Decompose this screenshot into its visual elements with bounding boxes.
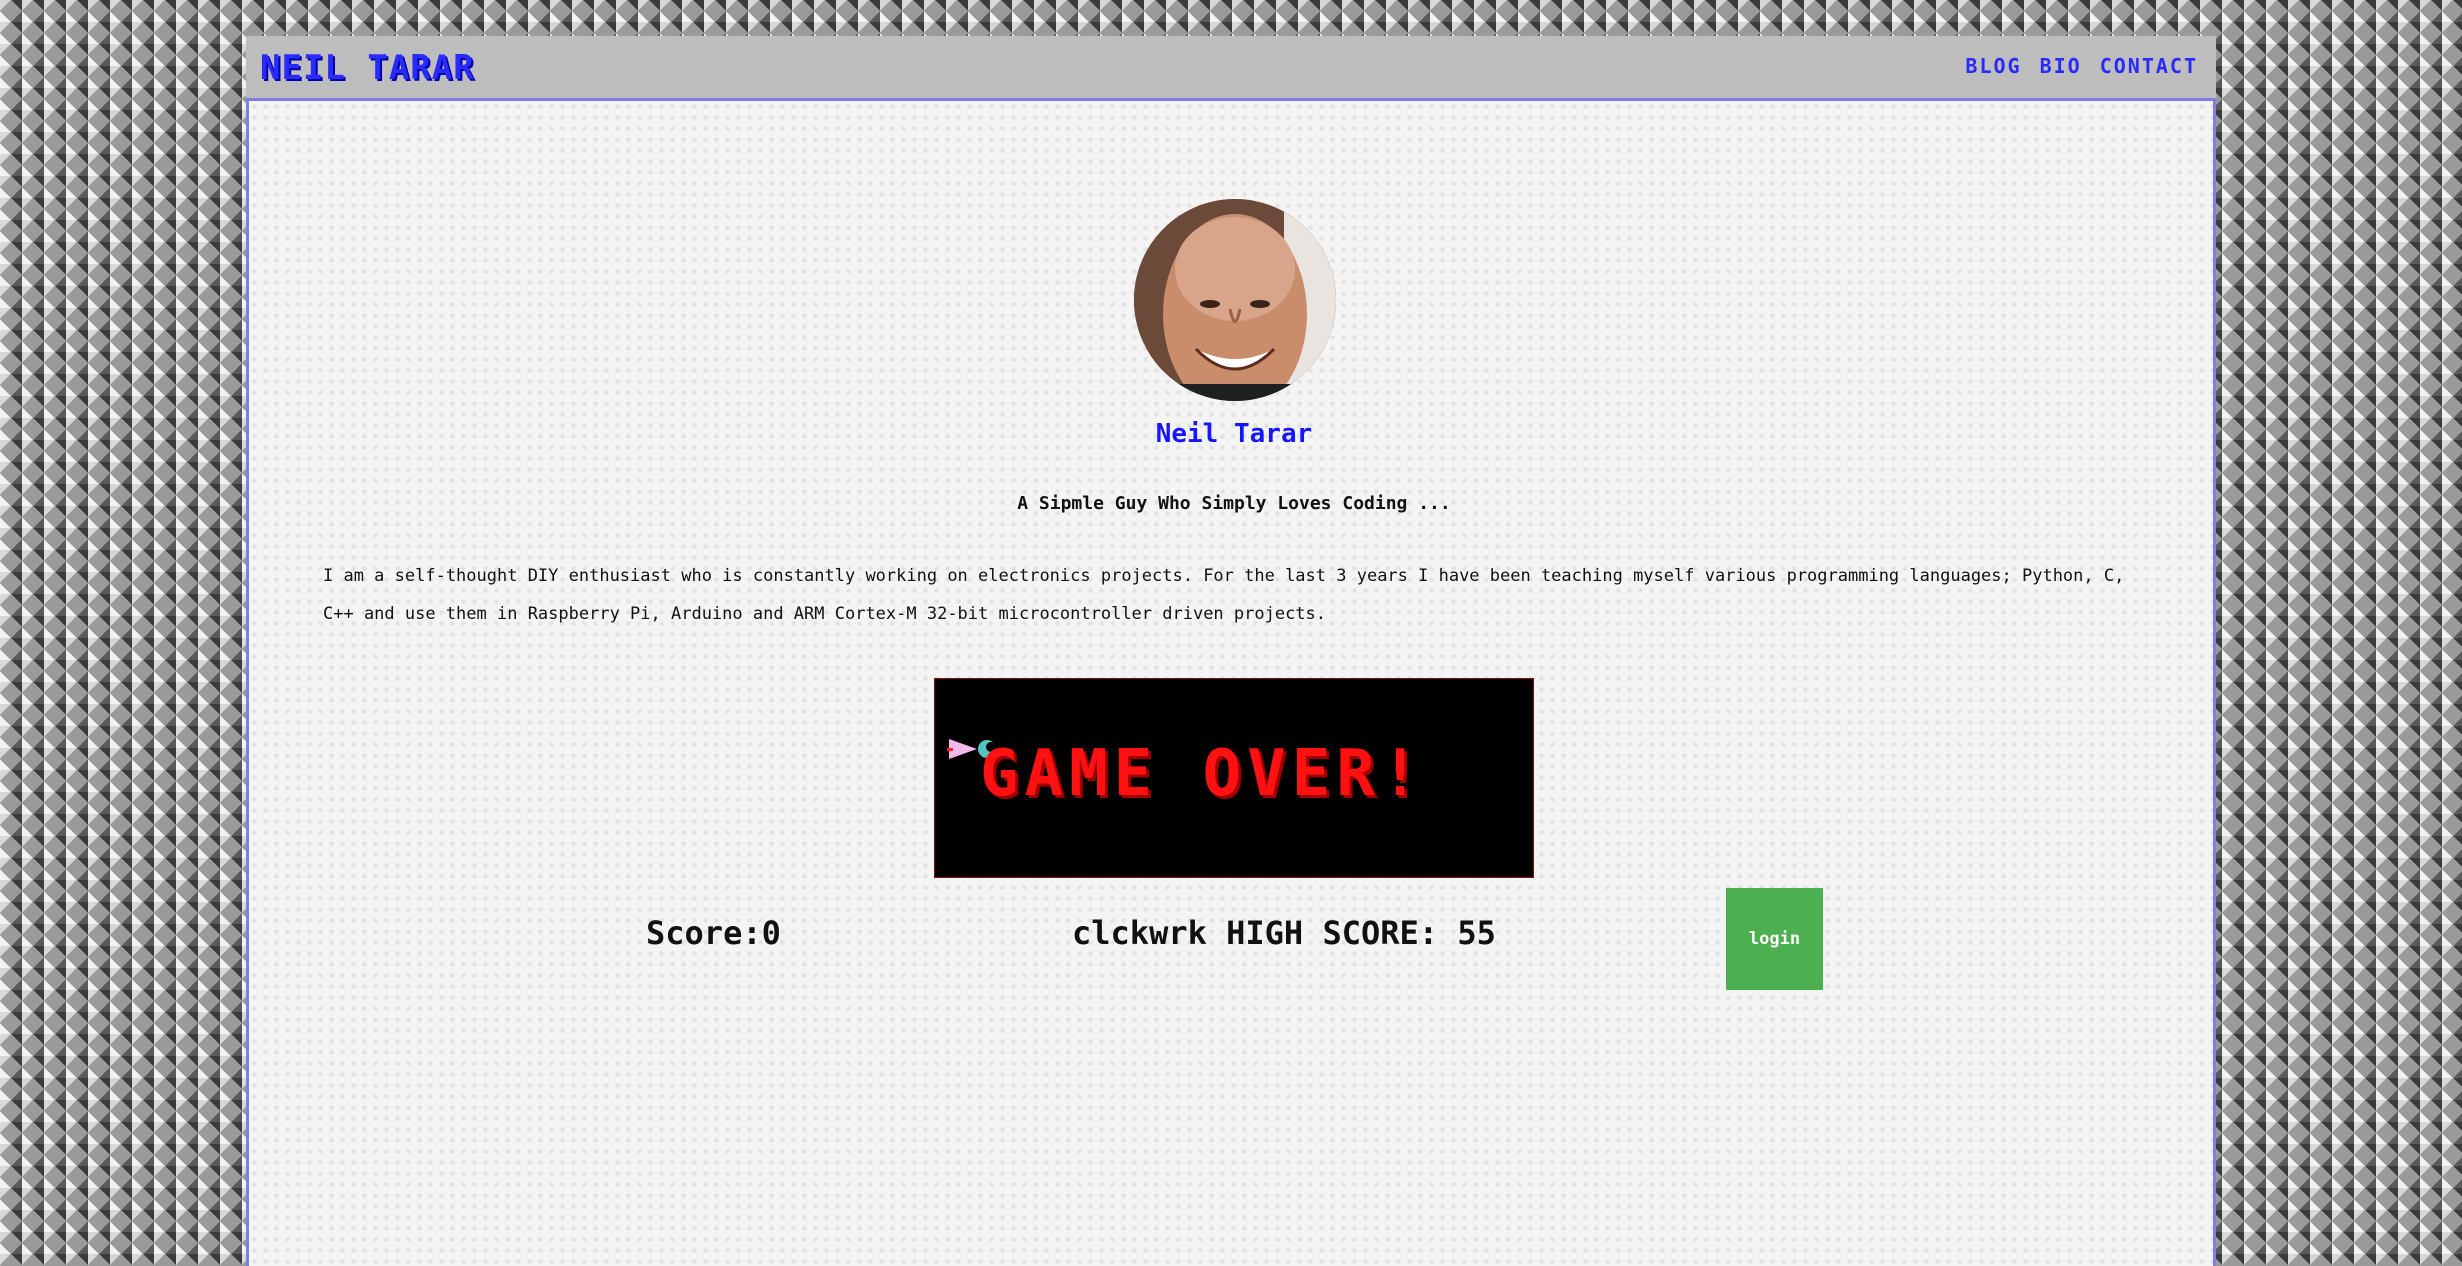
main-nav: BLOG BIO CONTACT bbox=[1965, 54, 2198, 78]
high-score: clckwrk HIGH SCORE: 55 bbox=[1072, 914, 1496, 952]
avatar bbox=[1134, 199, 1336, 401]
page-frame: NEIL TARAR BLOG BIO CONTACT Neil Tarar A… bbox=[246, 36, 2216, 1266]
main-content: Neil Tarar A Sipmle Guy Who Simply Loves… bbox=[246, 101, 2216, 1266]
game-canvas[interactable]: GAME OVER! bbox=[934, 678, 1534, 878]
nav-link-contact[interactable]: CONTACT bbox=[2100, 54, 2198, 78]
top-navbar: NEIL TARAR BLOG BIO CONTACT bbox=[246, 36, 2216, 101]
avatar-portrait-image bbox=[1134, 199, 1336, 401]
profile-bio: I am a self-thought DIY enthusiast who i… bbox=[323, 566, 2125, 624]
game-over-message: GAME OVER! bbox=[980, 737, 1426, 811]
login-button[interactable]: login bbox=[1726, 888, 1823, 990]
nav-link-blog[interactable]: BLOG bbox=[1965, 54, 2021, 78]
current-score: Score:0 bbox=[646, 914, 781, 952]
site-logo-link[interactable]: NEIL TARAR bbox=[260, 48, 475, 88]
nav-link-bio[interactable]: BIO bbox=[2040, 54, 2082, 78]
profile-tagline: A Sipmle Guy Who Simply Loves Coding ... bbox=[1017, 493, 1451, 514]
profile-name: Neil Tarar bbox=[1155, 419, 1313, 449]
